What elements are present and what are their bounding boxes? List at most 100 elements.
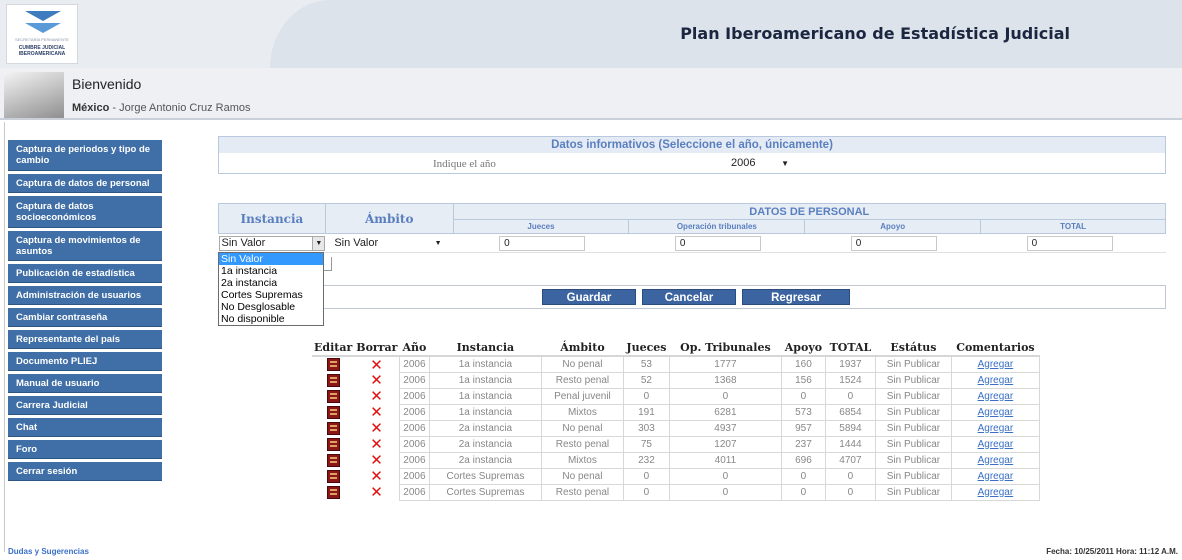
sidebar-item-captura-movimientos[interactable]: Captura de movimientos de asuntos — [8, 231, 162, 261]
cell-anio: 2006 — [398, 355, 430, 373]
option-cortes-supremas[interactable]: Cortes Supremas — [219, 289, 323, 301]
delete-icon[interactable]: ✕ — [370, 389, 383, 404]
cell-instancia: Cortes Supremas — [428, 467, 542, 485]
sidebar-item-chat[interactable]: Chat — [8, 418, 162, 437]
delete-icon[interactable]: ✕ — [370, 373, 383, 388]
cell-apoyo: 696 — [780, 451, 826, 469]
sidebar-item-documento[interactable]: Documento PLIEJ — [8, 352, 162, 371]
sidebar-item-captura-periodos[interactable]: Captura de periodos y tipo de cambio — [8, 140, 162, 171]
delete-icon[interactable]: ✕ — [370, 405, 383, 420]
cell-apoyo: 156 — [780, 371, 826, 389]
delete-icon[interactable]: ✕ — [370, 469, 383, 484]
cell-comentarios: Agregar — [950, 387, 1040, 405]
cell-instancia: 2a instancia — [428, 419, 542, 437]
col-anio: Año — [399, 340, 430, 357]
option-sin-valor[interactable]: Sin Valor — [219, 253, 323, 265]
edit-icon[interactable] — [326, 373, 340, 387]
sidebar-item-contrasena[interactable]: Cambiar contraseña — [8, 308, 162, 327]
sidebar-item-usuarios[interactable]: Administración de usuarios — [8, 286, 162, 305]
sidebar-item-captura-personal[interactable]: Captura de datos de personal — [8, 174, 162, 193]
option-1a-instancia[interactable]: 1a instancia — [219, 265, 323, 277]
feedback-link[interactable]: Dudas y Sugerencias — [8, 547, 89, 556]
add-comment-link[interactable]: Agregar — [978, 439, 1014, 450]
jueces-subheader: Jueces — [452, 219, 630, 234]
edit-icon[interactable] — [326, 485, 340, 499]
cell-op-tribunales: 1777 — [668, 355, 782, 373]
option-no-desglosable[interactable]: No Desglosable — [219, 301, 323, 313]
cell-instancia: 1a instancia — [428, 387, 542, 405]
instancia-dropdown-list: Sin Valor 1a instancia 2a instancia Cort… — [218, 252, 324, 326]
instancia-select[interactable]: Sin Valor ▼ — [218, 235, 326, 251]
edit-icon[interactable] — [326, 358, 340, 371]
option-2a-instancia[interactable]: 2a instancia — [219, 277, 323, 289]
add-comment-link[interactable]: Agregar — [978, 423, 1014, 434]
edit-icon[interactable] — [326, 421, 340, 435]
edit-icon[interactable] — [326, 389, 340, 403]
add-comment-link[interactable]: Agregar — [978, 359, 1014, 370]
col-op-tribunales: Op. Tribunales — [669, 340, 782, 357]
cell-total: 4707 — [824, 451, 876, 469]
cumbre-judicial-logo[interactable]: SECRETARÍA PERMANENTE CUMBRE JUDICIAL IB… — [6, 4, 78, 64]
edit-icon[interactable] — [326, 405, 340, 419]
ambito-select[interactable]: Sin Valor ▼ — [331, 235, 446, 251]
apoyo-input[interactable]: 0 — [850, 235, 937, 251]
cell-jueces: 191 — [622, 403, 670, 421]
cell-comentarios: Agregar — [950, 403, 1040, 421]
back-button[interactable]: Regresar — [742, 289, 850, 305]
cell-apoyo: 957 — [780, 419, 826, 437]
user-name: - Jorge Antonio Cruz Ramos — [109, 102, 251, 114]
logo-chevron-icon — [25, 23, 61, 33]
sidebar-item-foro[interactable]: Foro — [8, 440, 162, 459]
edit-icon[interactable] — [326, 453, 340, 467]
cell-estatus: Sin Publicar — [874, 403, 952, 421]
table-row: ✕ 2006 Cortes Supremas No penal 0 0 0 0 Sin Publ… — [312, 467, 1040, 485]
sidebar-item-captura-socioeconomicos[interactable]: Captura de datos socioeconómicos — [8, 196, 162, 228]
add-comment-link[interactable]: Agregar — [978, 407, 1014, 418]
table-row: ✕ 2006 1a instancia Resto penal 52 1368 156 152… — [312, 371, 1040, 389]
add-comment-link[interactable]: Agregar — [978, 391, 1014, 402]
cancel-button[interactable]: Cancelar — [642, 289, 736, 305]
year-select[interactable]: 2006 ▼ — [729, 156, 793, 171]
option-no-disponible[interactable]: No disponible — [219, 313, 323, 325]
add-comment-link[interactable]: Agregar — [978, 455, 1014, 466]
cell-op-tribunales: 0 — [668, 483, 782, 501]
col-total: TOTAL — [825, 340, 876, 357]
delete-icon[interactable]: ✕ — [370, 453, 383, 468]
save-button[interactable]: Guardar — [542, 289, 636, 305]
delete-icon[interactable]: ✕ — [370, 437, 383, 452]
total-input[interactable]: 0 — [1026, 235, 1113, 251]
cell-op-tribunales: 1207 — [668, 435, 782, 453]
operacion-input[interactable]: 0 — [674, 235, 761, 251]
cell-op-tribunales: 1368 — [668, 371, 782, 389]
sidebar-item-publicacion[interactable]: Publicación de estadística — [8, 264, 162, 283]
add-comment-link[interactable]: Agregar — [978, 471, 1014, 482]
delete-cell: ✕ — [354, 356, 399, 372]
edit-icon[interactable] — [326, 437, 340, 451]
cell-ambito: Mixtos — [540, 451, 624, 469]
sidebar-item-cerrar-sesion[interactable]: Cerrar sesión — [8, 462, 162, 481]
edit-cell — [312, 484, 354, 500]
cell-ambito: No penal — [540, 467, 624, 485]
cell-instancia: 1a instancia — [428, 371, 542, 389]
delete-icon[interactable]: ✕ — [370, 357, 383, 372]
cell-apoyo: 0 — [780, 483, 826, 501]
delete-icon[interactable]: ✕ — [370, 421, 383, 436]
edit-icon[interactable] — [326, 469, 340, 483]
cell-ambito: Mixtos — [540, 403, 624, 421]
sidebar-item-representante[interactable]: Representante del país — [8, 330, 162, 349]
logo-chevron-icon — [25, 11, 61, 21]
jueces-input[interactable]: 0 — [499, 235, 586, 251]
cell-comentarios: Agregar — [950, 483, 1040, 501]
total-subheader: TOTAL — [980, 219, 1166, 234]
sidebar-item-carrera[interactable]: Carrera Judicial — [8, 396, 162, 415]
add-comment-link[interactable]: Agregar — [978, 487, 1014, 498]
add-comment-link[interactable]: Agregar — [978, 375, 1014, 386]
cell-ambito: No penal — [540, 419, 624, 437]
action-bar: Guardar Cancelar Regresar — [218, 285, 1166, 309]
sidebar-item-manual[interactable]: Manual de usuario — [8, 374, 162, 393]
delete-icon[interactable]: ✕ — [370, 485, 383, 500]
cell-jueces: 303 — [622, 419, 670, 437]
cell-anio: 2006 — [398, 467, 430, 485]
cell-ambito: Resto penal — [540, 435, 624, 453]
edit-cell — [312, 436, 354, 452]
